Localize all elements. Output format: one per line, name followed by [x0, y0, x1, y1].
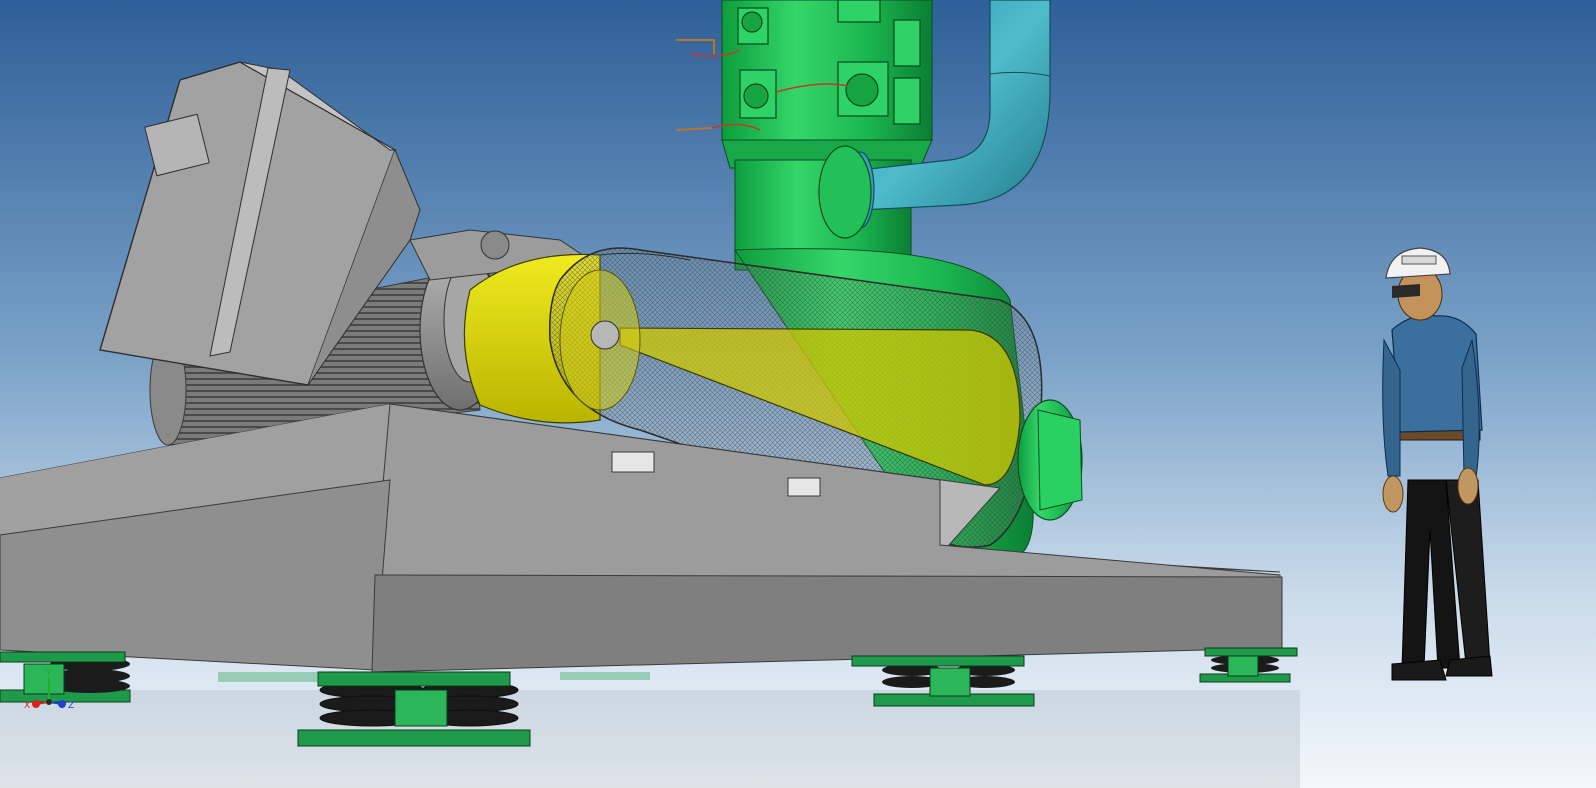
base-access-slot: [787, 477, 821, 497]
axis-z-label: Z: [68, 701, 74, 711]
axis-x-label: X: [24, 701, 30, 711]
axis-y-label: Y: [45, 669, 52, 679]
floor-reflection: [0, 690, 1300, 788]
cad-scene[interactable]: [0, 0, 1596, 788]
base-access-slot: [611, 451, 655, 473]
cad-viewport[interactable]: X Y Z: [0, 0, 1596, 788]
axis-triad-icon: X Y Z: [24, 669, 74, 711]
blower-inlet-housing[interactable]: [1017, 399, 1083, 521]
spring-isolator[interactable]: [297, 671, 531, 747]
